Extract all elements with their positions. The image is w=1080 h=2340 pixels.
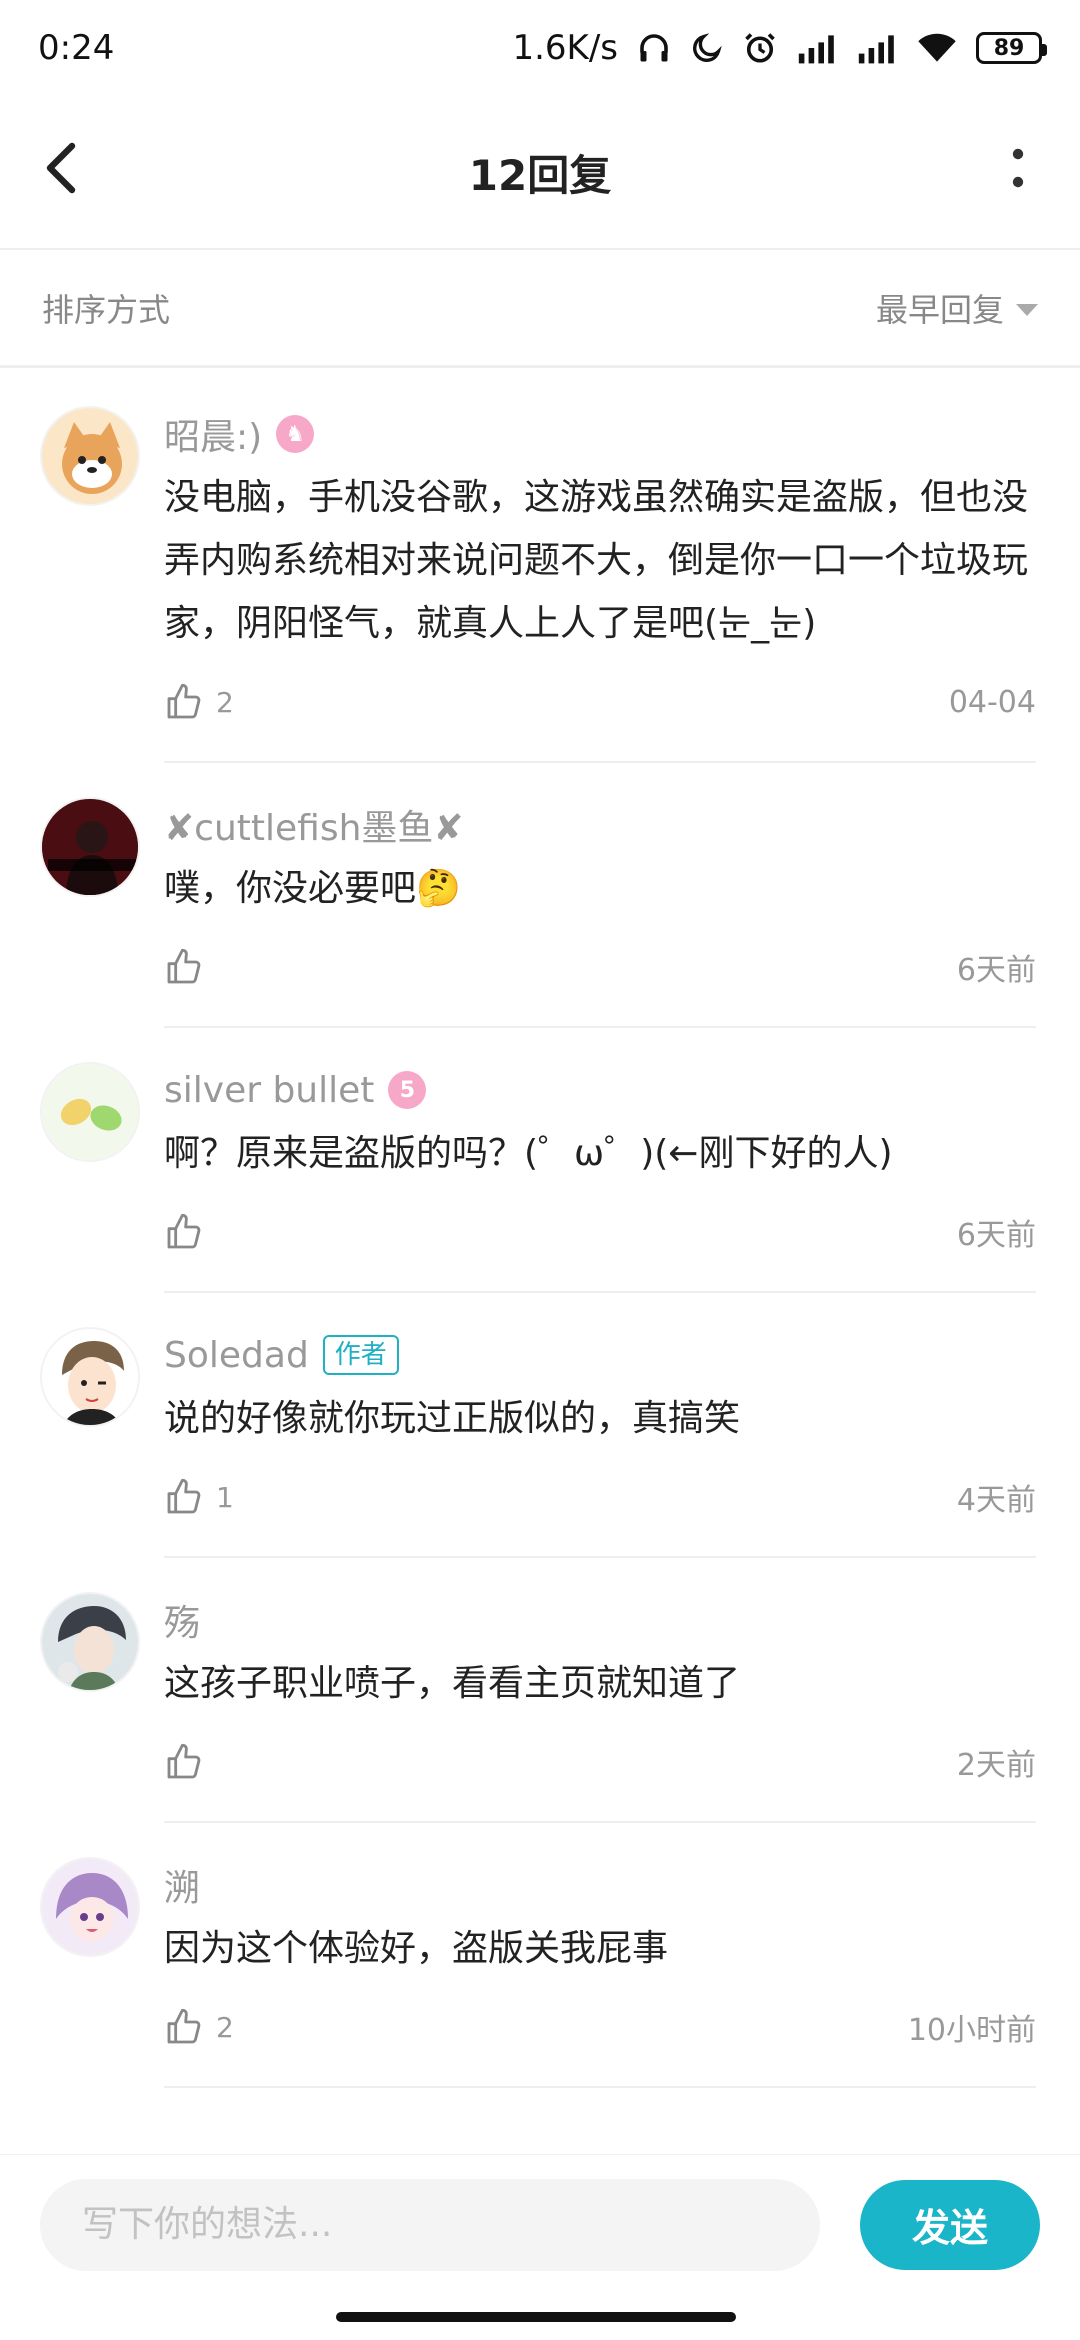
avatar[interactable]	[40, 1857, 140, 1957]
thumbs-up-icon	[167, 683, 201, 719]
sort-value: 最早回复	[875, 290, 1004, 329]
username[interactable]: 溯	[164, 1859, 200, 1911]
reply-text: 这孩子职业喷子，看看主页就知道了	[164, 1663, 741, 1704]
reply-text: 噗，你没必要吧🤔	[164, 868, 461, 909]
status-bar: 0:24 1.6K/s 89	[0, 0, 1080, 96]
alarm-icon	[742, 30, 778, 66]
avatar[interactable]	[40, 406, 140, 506]
reply-time: 6天前	[956, 953, 1036, 988]
username[interactable]: 殇	[164, 1594, 200, 1646]
avatar[interactable]	[40, 1592, 140, 1692]
reply-item: Soledad 作者 说的好像就你玩过正版似的，真搞笑 1 4天前	[0, 1293, 1080, 1558]
like-button[interactable]	[164, 947, 216, 987]
like-button[interactable]: 1	[164, 1477, 234, 1517]
reply-item: ✘cuttlefish墨鱼✘ 噗，你没必要吧🤔 6天前	[0, 763, 1080, 1028]
thumbs-up-icon	[167, 1478, 201, 1514]
author-tag: 作者	[322, 1335, 399, 1375]
network-speed: 1.6K/s	[512, 28, 618, 68]
reply-time: 10小时前	[907, 2013, 1036, 2048]
more-options-button[interactable]	[986, 136, 1050, 200]
like-count: 2	[216, 685, 234, 719]
clock: 0:24	[38, 28, 115, 68]
moon-icon	[690, 31, 724, 65]
reply-item: 殇 这孩子职业喷子，看看主页就知道了 2天前	[0, 1558, 1080, 1823]
sort-label: 排序方式	[42, 290, 171, 329]
back-button[interactable]	[30, 136, 94, 200]
user-level-badge: 5	[388, 1071, 427, 1109]
avatar[interactable]	[40, 1327, 140, 1427]
username[interactable]: silver bullet	[164, 1070, 374, 1111]
reply-time: 4天前	[956, 1483, 1036, 1518]
page-title: 12回复	[468, 150, 612, 200]
status-icons: 1.6K/s 89	[512, 28, 1047, 68]
reply-composer: 发送	[0, 2154, 1080, 2294]
like-count: 1	[216, 1480, 234, 1514]
thumbs-up-icon	[167, 2008, 201, 2044]
avatar[interactable]	[40, 1062, 140, 1162]
caret-down-icon	[1016, 303, 1038, 316]
reply-item: silver bullet 5 啊？原来是盗版的吗？(゜ω゜)(←刚下好的人) …	[0, 1028, 1080, 1293]
signal-hd-icon	[796, 31, 838, 65]
more-vertical-icon	[1012, 148, 1024, 188]
sort-dropdown[interactable]: 最早回复	[876, 285, 1038, 331]
like-button[interactable]: 2	[164, 2007, 234, 2047]
chevron-left-icon	[46, 142, 76, 194]
like-button[interactable]: 2	[164, 682, 234, 722]
reply-time: 2天前	[956, 1748, 1036, 1783]
wifi-icon	[916, 31, 958, 65]
headphones-icon	[636, 30, 672, 66]
thumbs-up-icon	[167, 948, 201, 984]
reply-item: 昭晨:) ♞ 没电脑，手机没谷歌，这游戏虽然确实是盗版，但也没弄内购系统相对来说…	[0, 372, 1080, 763]
reply-text: 没电脑，手机没谷歌，这游戏虽然确实是盗版，但也没弄内购系统相对来说问题不大，倒是…	[164, 477, 1029, 644]
home-indicator[interactable]	[336, 2312, 736, 2322]
reply-time: 04-04	[948, 684, 1036, 720]
thumbs-up-icon	[167, 1743, 201, 1779]
like-count: 2	[216, 2010, 234, 2044]
reply-text: 说的好像就你玩过正版似的，真搞笑	[164, 1398, 741, 1439]
like-button[interactable]	[164, 1212, 216, 1252]
user-level-badge: ♞	[276, 415, 315, 453]
reply-text: 啊？原来是盗版的吗？(゜ω゜)(←刚下好的人)	[164, 1133, 893, 1174]
username[interactable]: 昭晨:)	[164, 408, 262, 460]
avatar[interactable]	[40, 797, 140, 897]
reply-input[interactable]	[40, 2178, 820, 2271]
reply-list: 昭晨:) ♞ 没电脑，手机没谷歌，这游戏虽然确实是盗版，但也没弄内购系统相对来说…	[0, 372, 1080, 2154]
top-navigation: 12回复	[0, 96, 1080, 250]
signal-hd-icon-2	[856, 31, 898, 65]
sort-bar: 排序方式 最早回复	[0, 250, 1080, 368]
reply-item: 溯 因为这个体验好，盗版关我屁事 2 10小时前	[0, 1823, 1080, 2088]
reply-time: 6天前	[956, 1218, 1036, 1253]
battery-indicator: 89	[976, 32, 1047, 64]
thumbs-up-icon	[167, 1213, 201, 1249]
send-button[interactable]: 发送	[860, 2179, 1040, 2270]
reply-text: 因为这个体验好，盗版关我屁事	[164, 1928, 669, 1969]
username[interactable]: ✘cuttlefish墨鱼✘	[164, 799, 464, 851]
like-button[interactable]	[164, 1742, 216, 1782]
username[interactable]: Soledad	[164, 1335, 309, 1376]
